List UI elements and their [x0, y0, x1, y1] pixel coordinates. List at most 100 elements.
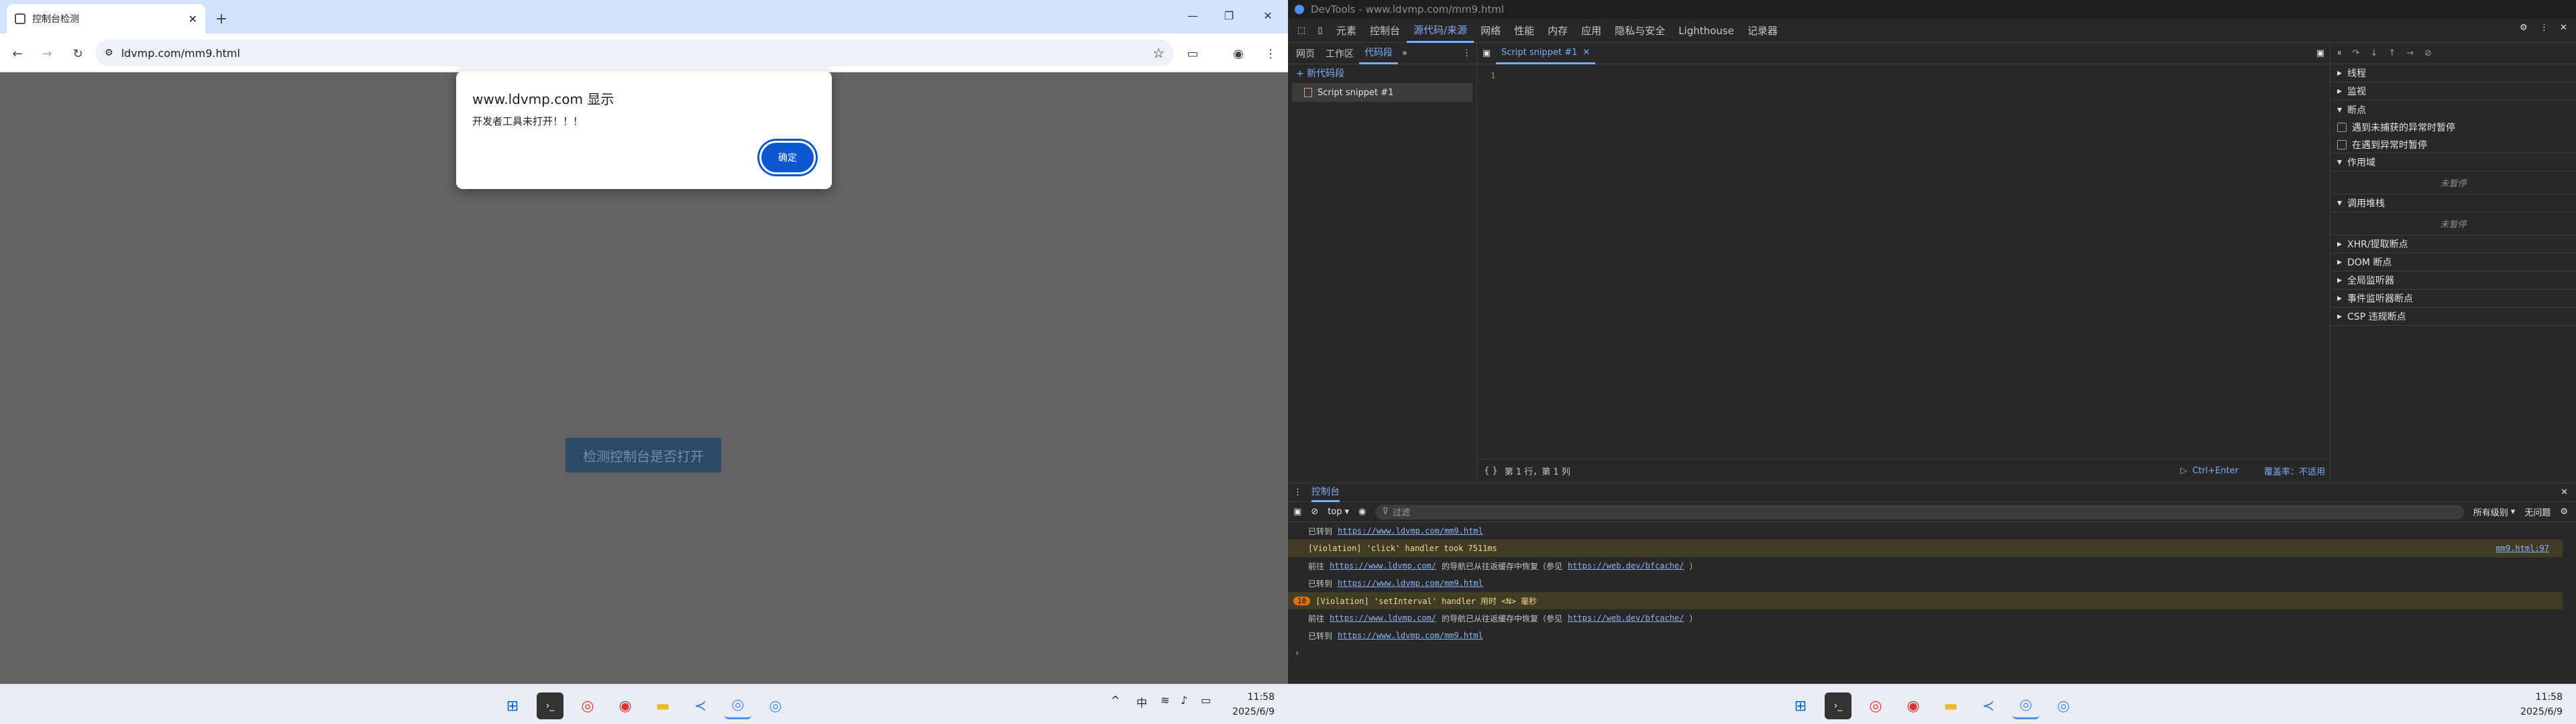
chrome-icon[interactable]: ◎ — [1862, 692, 1889, 719]
step-out-icon[interactable]: ↑ — [2388, 48, 2396, 58]
close-tab-icon[interactable]: ✕ — [189, 13, 197, 25]
menu-icon[interactable]: ⋮ — [1260, 43, 1281, 64]
context-selector[interactable]: top ▾ — [1328, 507, 1349, 517]
pane-watch[interactable]: ▸ 监视 — [2330, 82, 2576, 101]
clear-console-icon[interactable]: ⊘ — [1311, 507, 1318, 517]
tab-memory[interactable]: 内存 — [1541, 19, 1574, 43]
clock[interactable]: 11:58 2025/6/9 — [1221, 690, 1275, 719]
music-app-icon[interactable]: ◉ — [612, 692, 639, 719]
console-link[interactable]: https://www.ldvmp.com/ — [1330, 561, 1436, 570]
eye-icon[interactable]: ◉ — [1358, 507, 1366, 517]
run-icon[interactable]: ▷ — [2180, 466, 2187, 476]
console-link[interactable]: https://web.dev/bfcache/ — [1568, 561, 1684, 570]
inspect-element-icon[interactable]: ⬚ — [1292, 19, 1311, 43]
close-editor-tab-icon[interactable]: ✕ — [1582, 48, 1590, 58]
more-tabs-icon[interactable]: » — [1398, 48, 1411, 58]
step-icon[interactable]: → — [2406, 48, 2414, 58]
reload-icon[interactable]: ↻ — [67, 43, 89, 64]
new-snippet-button[interactable]: + 新代码段 — [1288, 64, 1477, 82]
chrome-icon[interactable]: ◎ — [2050, 692, 2077, 719]
tab-network[interactable]: 网络 — [1474, 19, 1507, 43]
tray-expand-icon[interactable]: ^ — [1111, 694, 1120, 707]
detect-console-button[interactable]: 检测控制台是否打开 — [566, 438, 721, 473]
pane-scope[interactable]: ▾ 作用域 — [2330, 154, 2576, 172]
sidebar-toggle-icon[interactable]: ▣ — [1293, 507, 1301, 517]
file-explorer-icon[interactable]: ▬ — [649, 692, 676, 719]
toggle-debugger-icon[interactable]: ▣ — [2311, 48, 2330, 58]
tab-elements[interactable]: 元素 — [1330, 19, 1363, 43]
volume-icon[interactable]: ♪ — [1181, 694, 1187, 707]
chrome-icon[interactable]: ◎ — [574, 692, 601, 719]
console-link[interactable]: https://www.ldvmp.com/mm9.html — [1338, 631, 1483, 640]
battery-icon[interactable]: ▭ — [1201, 694, 1211, 707]
pane-xhr-breakpoints[interactable]: ▸ XHR/提取断点 — [2330, 235, 2576, 253]
issues-count[interactable]: 无问题 — [2524, 505, 2551, 518]
site-info-icon[interactable]: ⚙ — [105, 48, 113, 58]
pause-uncaught-checkbox[interactable]: 遇到未捕获的异常时暂停 — [2330, 119, 2576, 136]
pane-dom-breakpoints[interactable]: ▸ DOM 断点 — [2330, 253, 2576, 272]
restore-icon[interactable]: ❐ — [1216, 5, 1242, 25]
file-explorer-icon[interactable]: ▬ — [1937, 692, 1964, 719]
pane-call-stack[interactable]: ▾ 调用堆栈 — [2330, 194, 2576, 213]
console-link[interactable]: https://www.ldvmp.com/mm9.html — [1338, 579, 1483, 588]
tab-workspace[interactable]: 工作区 — [1320, 43, 1359, 64]
step-into-icon[interactable]: ↓ — [2370, 48, 2377, 58]
close-drawer-icon[interactable]: ✕ — [2561, 487, 2576, 497]
navigator-menu-icon[interactable]: ⋮ — [1462, 48, 1477, 58]
browser-tab[interactable]: 控制台检测 ✕ — [7, 4, 205, 34]
more-options-icon[interactable]: ⋮ — [2540, 23, 2548, 33]
address-bar[interactable]: ⚙ ldvmp.com/mm9.html ☆ — [95, 40, 1174, 66]
step-over-icon[interactable]: ↷ — [2353, 48, 2360, 58]
tab-application[interactable]: 应用 — [1574, 19, 1608, 43]
console-link[interactable]: https://www.ldvmp.com/mm9.html — [1338, 526, 1483, 536]
console-settings-icon[interactable]: ⚙ — [2560, 507, 2576, 517]
pane-event-breakpoints[interactable]: ▸ 事件监听器断点 — [2330, 290, 2576, 308]
pause-icon[interactable]: ⏸ — [2337, 48, 2342, 58]
bookmark-star-icon[interactable]: ☆ — [1152, 45, 1165, 61]
pane-csp-breakpoints[interactable]: ▸ CSP 违规断点 — [2330, 308, 2576, 326]
pane-global-listeners[interactable]: ▸ 全局监听器 — [2330, 272, 2576, 290]
toggle-navigator-icon[interactable]: ▣ — [1477, 48, 1496, 58]
start-icon[interactable]: ⊞ — [1787, 692, 1814, 719]
tab-recorder[interactable]: 记录器 — [1741, 19, 1784, 43]
vscode-icon[interactable]: ≺ — [687, 692, 714, 719]
chrome-icon[interactable]: ◎ — [762, 692, 789, 719]
tab-privacy-security[interactable]: 隐私与安全 — [1608, 19, 1672, 43]
tab-lighthouse[interactable]: Lighthouse — [1672, 19, 1741, 43]
drawer-menu-icon[interactable]: ⋮ — [1293, 487, 1302, 497]
settings-gear-icon[interactable]: ⚙ — [2520, 23, 2528, 33]
source-link[interactable]: mm9.html:97 — [2496, 544, 2563, 553]
music-app-icon[interactable]: ◉ — [1900, 692, 1927, 719]
log-levels-dropdown[interactable]: 所有级别 ▾ — [2473, 505, 2516, 518]
editor-tab[interactable]: Script snippet #1 ✕ — [1496, 43, 1596, 64]
minimize-icon[interactable]: — — [1179, 5, 1206, 25]
drawer-tab-console[interactable]: 控制台 — [1311, 483, 1340, 502]
chrome-icon[interactable]: ◎ — [724, 692, 751, 719]
close-window-icon[interactable]: ✕ — [1254, 5, 1281, 25]
pane-threads[interactable]: ▸ 线程 — [2330, 64, 2576, 82]
deactivate-breakpoints-icon[interactable]: ⊘ — [2424, 48, 2432, 58]
forward-icon[interactable]: → — [36, 43, 58, 64]
pause-caught-checkbox[interactable]: 在遇到异常时暂停 — [2330, 136, 2576, 154]
run-shortcut[interactable]: Ctrl+Enter — [2192, 466, 2239, 476]
back-icon[interactable]: ← — [7, 43, 28, 64]
ime-indicator[interactable]: 中 — [1136, 694, 1147, 710]
clock[interactable]: 11:58 2025/6/9 — [2509, 690, 2563, 719]
vscode-icon[interactable]: ≺ — [1975, 692, 2002, 719]
pretty-print-icon[interactable]: { } — [1484, 466, 1498, 476]
tab-console[interactable]: 控制台 — [1363, 19, 1407, 43]
pane-breakpoints[interactable]: ▾ 断点 — [2330, 101, 2576, 119]
close-devtools-icon[interactable]: ✕ — [2560, 23, 2567, 33]
console-link[interactable]: https://www.ldvmp.com/ — [1330, 613, 1436, 623]
cast-icon[interactable]: ▭ — [1182, 43, 1203, 64]
new-tab-icon[interactable]: + — [212, 9, 231, 28]
tab-sources[interactable]: 源代码/来源 — [1407, 19, 1474, 43]
dialog-ok-button[interactable]: 确定 — [759, 141, 816, 174]
filter-input[interactable]: ⊽ 过滤 — [1375, 504, 2464, 520]
wifi-icon[interactable]: ≋ — [1161, 694, 1169, 707]
terminal-icon[interactable]: ›_ — [1825, 692, 1851, 719]
tab-snippets[interactable]: 代码段 — [1359, 43, 1398, 64]
profile-icon[interactable]: ◉ — [1228, 43, 1249, 64]
chrome-icon[interactable]: ◎ — [2012, 692, 2039, 719]
snippet-file-item[interactable]: Script snippet #1 — [1292, 83, 1472, 102]
